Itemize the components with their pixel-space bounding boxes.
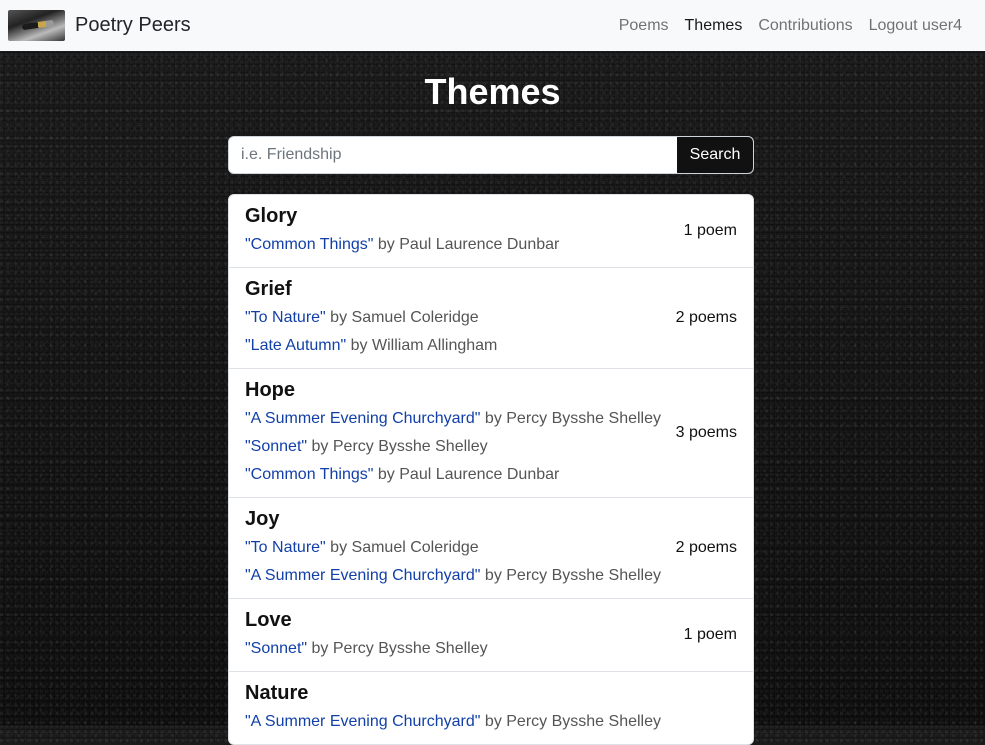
poem-entry: "A Summer Evening Churchyard" by Percy B… (245, 562, 676, 590)
poem-entry: "A Summer Evening Churchyard" by Percy B… (245, 405, 676, 433)
theme-body: Glory "Common Things" by Paul Laurence Du… (245, 203, 684, 259)
poem-link[interactable]: "To Nature" (245, 309, 326, 326)
poem-entry: "Common Things" by Paul Laurence Dunbar (245, 231, 684, 259)
theme-body: Hope "A Summer Evening Churchyard" by Per… (245, 377, 676, 489)
theme-item-grief: Grief "To Nature" by Samuel Coleridge "Lat… (229, 268, 753, 369)
poem-author: by Samuel Coleridge (325, 309, 479, 326)
poem-count: 3 poems (675, 424, 737, 441)
poem-author: by Percy Bysshe Shelley (480, 567, 661, 584)
poem-author: by Percy Bysshe Shelley (480, 410, 661, 427)
theme-body: Joy "To Nature" by Samuel Coleridge "A Sum… (245, 506, 676, 590)
theme-name: Hope (245, 379, 295, 401)
theme-item-joy: Joy "To Nature" by Samuel Coleridge "A Sum… (229, 498, 753, 599)
theme-name: Glory (245, 205, 298, 227)
poem-link[interactable]: "Late Autumn" (245, 337, 346, 354)
nav-link-logout[interactable]: Logout user4 (861, 17, 970, 35)
poem-link[interactable]: "Common Things" (245, 466, 373, 483)
search-button[interactable]: Search (677, 137, 753, 173)
poem-count: 2 poems (675, 309, 737, 326)
poem-entry: "Late Autumn" by William Allingham (245, 332, 676, 360)
theme-body: Love "Sonnet" by Percy Bysshe Shelley (245, 607, 684, 663)
poem-entry: "Common Things" by Paul Laurence Dunbar (245, 461, 676, 489)
poem-author: by Paul Laurence Dunbar (373, 466, 560, 483)
page-title: Themes (424, 71, 561, 112)
navbar: Poetry Peers Poems Themes Contributions … (0, 0, 985, 51)
search-form: Search (228, 136, 754, 174)
poem-author: by Paul Laurence Dunbar (373, 236, 560, 253)
poem-link[interactable]: "Common Things" (245, 236, 373, 253)
poem-author: by Samuel Coleridge (325, 539, 479, 556)
poem-link[interactable]: "A Summer Evening Churchyard" (245, 567, 480, 584)
theme-item-hope: Hope "A Summer Evening Churchyard" by Per… (229, 369, 753, 498)
poem-entry: "Sonnet" by Percy Bysshe Shelley (245, 635, 684, 663)
nav-link-themes[interactable]: Themes (677, 17, 751, 35)
poem-entry: "To Nature" by Samuel Coleridge (245, 304, 676, 332)
theme-item-love: Love "Sonnet" by Percy Bysshe Shelley 1 po… (229, 599, 753, 672)
poem-link[interactable]: "Sonnet" (245, 438, 307, 455)
theme-name: Grief (245, 278, 292, 300)
poem-entry: "To Nature" by Samuel Coleridge (245, 534, 676, 562)
theme-name: Love (245, 609, 292, 631)
poem-entry: "A Summer Evening Churchyard" by Percy B… (245, 708, 737, 736)
brand-link[interactable]: Poetry Peers (8, 10, 191, 41)
poem-count: 1 poem (683, 222, 737, 239)
search-input[interactable] (229, 137, 677, 173)
theme-name: Joy (245, 508, 280, 530)
theme-name: Nature (245, 682, 309, 704)
theme-list: Glory "Common Things" by Paul Laurence Du… (228, 194, 754, 745)
nav-link-poems[interactable]: Poems (611, 17, 677, 35)
poem-author: by Percy Bysshe Shelley (307, 438, 488, 455)
poem-author: by Percy Bysshe Shelley (307, 640, 488, 657)
poem-author: by William Allingham (346, 337, 498, 354)
poem-count: 1 poem (683, 626, 737, 643)
theme-item-nature: Nature "A Summer Evening Churchyard" by P… (229, 672, 753, 744)
poem-author: by Percy Bysshe Shelley (480, 713, 661, 730)
theme-item-glory: Glory "Common Things" by Paul Laurence Du… (229, 195, 753, 268)
poem-entry: "Sonnet" by Percy Bysshe Shelley (245, 433, 676, 461)
theme-body: Nature "A Summer Evening Churchyard" by P… (245, 680, 737, 736)
poem-link[interactable]: "A Summer Evening Churchyard" (245, 410, 480, 427)
theme-body: Grief "To Nature" by Samuel Coleridge "Lat… (245, 276, 676, 360)
poem-count: 2 poems (675, 539, 737, 556)
fountain-pen-logo-icon (8, 10, 65, 41)
poem-link[interactable]: "Sonnet" (245, 640, 307, 657)
poem-link[interactable]: "To Nature" (245, 539, 326, 556)
brand-name: Poetry Peers (75, 14, 191, 36)
poem-link[interactable]: "A Summer Evening Churchyard" (245, 713, 480, 730)
nav-links: Poems Themes Contributions Logout user4 (611, 17, 970, 35)
nav-link-contributions[interactable]: Contributions (750, 17, 860, 35)
